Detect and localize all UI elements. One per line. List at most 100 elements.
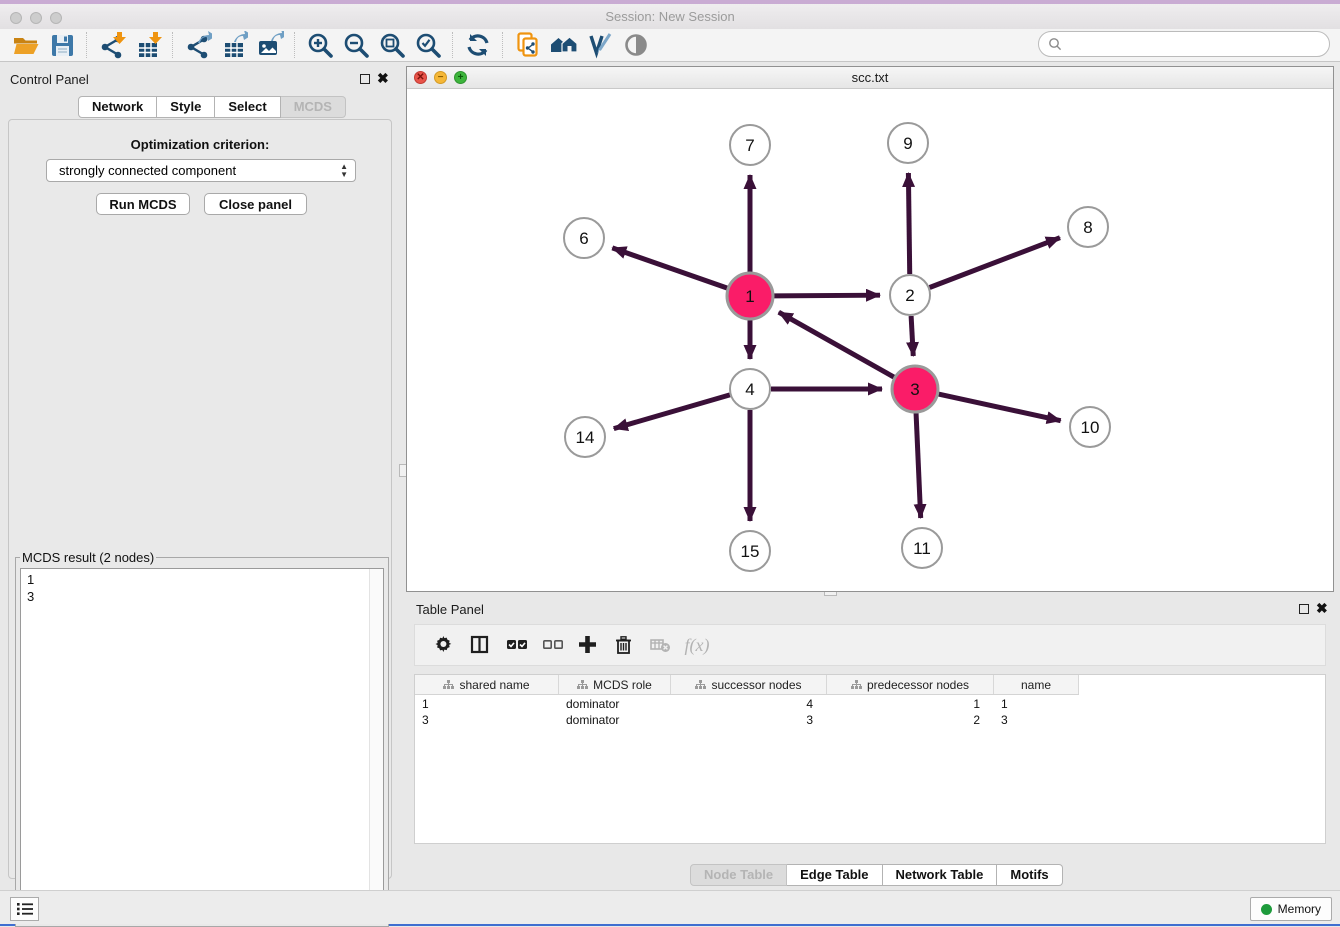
export-table-icon — [220, 31, 248, 59]
function-builder-button: f(x) — [679, 630, 715, 660]
tab-network-table[interactable]: Network Table — [883, 864, 998, 886]
svg-text:9: 9 — [903, 134, 912, 153]
cell-MCDS-role[interactable]: dominator — [559, 712, 671, 728]
graph-node-2[interactable]: 2 — [890, 275, 930, 315]
export-image-button[interactable] — [252, 30, 288, 60]
graph-edge-2-3[interactable] — [911, 316, 913, 356]
close-panel-button[interactable]: Close panel — [204, 193, 307, 215]
search-input[interactable] — [1066, 36, 1320, 53]
criterion-value: strongly connected component — [59, 163, 236, 178]
cell-shared-name[interactable]: 1 — [415, 696, 559, 712]
graph-node-4[interactable]: 4 — [730, 369, 770, 409]
tab-node-table[interactable]: Node Table — [690, 864, 787, 886]
float-panel-icon[interactable] — [360, 74, 370, 84]
delete-column-button[interactable] — [607, 630, 643, 660]
import-table-button[interactable] — [130, 30, 166, 60]
column-header-shared-name[interactable]: shared name — [415, 675, 559, 694]
cell-predecessor-nodes[interactable]: 2 — [827, 712, 994, 728]
graph-node-10[interactable]: 10 — [1070, 407, 1110, 447]
graph-node-1[interactable]: 1 — [727, 273, 773, 319]
toggle-graphics-details-button[interactable] — [618, 30, 654, 60]
search-field[interactable] — [1038, 31, 1330, 57]
cell-successor-nodes[interactable]: 3 — [671, 712, 827, 728]
control-panel-tabs: NetworkStyleSelectMCDS — [78, 96, 346, 118]
graph-edge-2-8[interactable] — [930, 238, 1060, 288]
graph-node-9[interactable]: 9 — [888, 123, 928, 163]
duplicate-network-button[interactable] — [510, 30, 546, 60]
tab-mcds[interactable]: MCDS — [281, 96, 346, 118]
validator-button[interactable] — [582, 30, 618, 60]
graph-node-15[interactable]: 15 — [730, 531, 770, 571]
tab-motifs[interactable]: Motifs — [997, 864, 1062, 886]
save-session-button[interactable] — [44, 30, 80, 60]
zoom-out-icon — [342, 31, 370, 59]
attribute-icon — [577, 680, 588, 689]
app-titlebar: Session: New Session — [0, 4, 1340, 30]
zoom-selected-button[interactable] — [410, 30, 446, 60]
criterion-select[interactable]: strongly connected component ▲▼ — [46, 159, 356, 182]
zoom-out-button[interactable] — [338, 30, 374, 60]
open-session-icon — [12, 31, 40, 59]
column-header-MCDS-role[interactable]: MCDS role — [559, 675, 671, 694]
import-network-button[interactable] — [94, 30, 130, 60]
tab-select[interactable]: Select — [215, 96, 280, 118]
table-close-icon[interactable]: ✖ — [1316, 603, 1328, 613]
graph-edge-3-10[interactable] — [938, 394, 1060, 421]
graph-edge-3-1[interactable] — [779, 312, 894, 377]
select-all-columns-icon — [506, 635, 528, 655]
table-row[interactable]: 1dominator411 — [415, 696, 1325, 712]
export-network-icon — [184, 31, 212, 59]
cell-shared-name[interactable]: 3 — [415, 712, 559, 728]
tab-edge-table[interactable]: Edge Table — [787, 864, 882, 886]
deselect-all-columns-button[interactable] — [535, 630, 571, 660]
list-icon — [16, 902, 34, 916]
export-table-button[interactable] — [216, 30, 252, 60]
zoom-fit-button[interactable] — [374, 30, 410, 60]
export-image-icon — [256, 31, 284, 59]
home-networks-button[interactable] — [546, 30, 582, 60]
toolbar-separator — [502, 32, 504, 58]
result-scrollbar[interactable] — [369, 569, 383, 899]
add-column-button[interactable] — [571, 630, 607, 660]
tab-network[interactable]: Network — [78, 96, 157, 118]
zoom-in-button[interactable] — [302, 30, 338, 60]
tab-style[interactable]: Style — [157, 96, 215, 118]
graph-node-3[interactable]: 3 — [892, 366, 938, 412]
open-session-button[interactable] — [8, 30, 44, 60]
show-columns-button[interactable] — [463, 630, 499, 660]
attribute-icon — [851, 680, 862, 689]
graph-node-7[interactable]: 7 — [730, 125, 770, 165]
column-header-successor-nodes[interactable]: successor nodes — [671, 675, 827, 694]
cell-name[interactable]: 3 — [994, 712, 1079, 728]
run-mcds-button[interactable]: Run MCDS — [96, 193, 190, 215]
zoom-fit-icon — [378, 31, 406, 59]
task-history-button[interactable] — [10, 897, 39, 921]
graph-edge-1-6[interactable] — [612, 248, 727, 288]
memory-button[interactable]: Memory — [1250, 897, 1332, 921]
apply-layout-icon — [464, 31, 492, 59]
graph-node-8[interactable]: 8 — [1068, 207, 1108, 247]
graph-edge-1-2[interactable] — [774, 295, 880, 296]
graph-node-6[interactable]: 6 — [564, 218, 604, 258]
graph-edge-4-14[interactable] — [614, 395, 730, 429]
apply-layout-button[interactable] — [460, 30, 496, 60]
cell-MCDS-role[interactable]: dominator — [559, 696, 671, 712]
column-header-name[interactable]: name — [994, 675, 1079, 694]
graph-edge-3-11[interactable] — [916, 413, 921, 518]
cell-successor-nodes[interactable]: 4 — [671, 696, 827, 712]
graph-node-11[interactable]: 11 — [902, 528, 942, 568]
column-header-predecessor-nodes[interactable]: predecessor nodes — [827, 675, 994, 694]
close-panel-icon[interactable]: ✖ — [377, 73, 389, 83]
graph-edge-2-9[interactable] — [908, 173, 909, 274]
cell-name[interactable]: 1 — [994, 696, 1079, 712]
export-network-button[interactable] — [180, 30, 216, 60]
optimization-criterion-label: Optimization criterion: — [9, 137, 391, 152]
mcds-result-title: MCDS result (2 nodes) — [20, 550, 156, 565]
table-row[interactable]: 3dominator323 — [415, 712, 1325, 728]
table-float-icon[interactable] — [1299, 604, 1309, 614]
graph-node-14[interactable]: 14 — [565, 417, 605, 457]
cell-predecessor-nodes[interactable]: 1 — [827, 696, 994, 712]
select-all-columns-button[interactable] — [499, 630, 535, 660]
mcds-result-area: 1 3 — [20, 568, 384, 900]
table-settings-button[interactable] — [427, 630, 463, 660]
